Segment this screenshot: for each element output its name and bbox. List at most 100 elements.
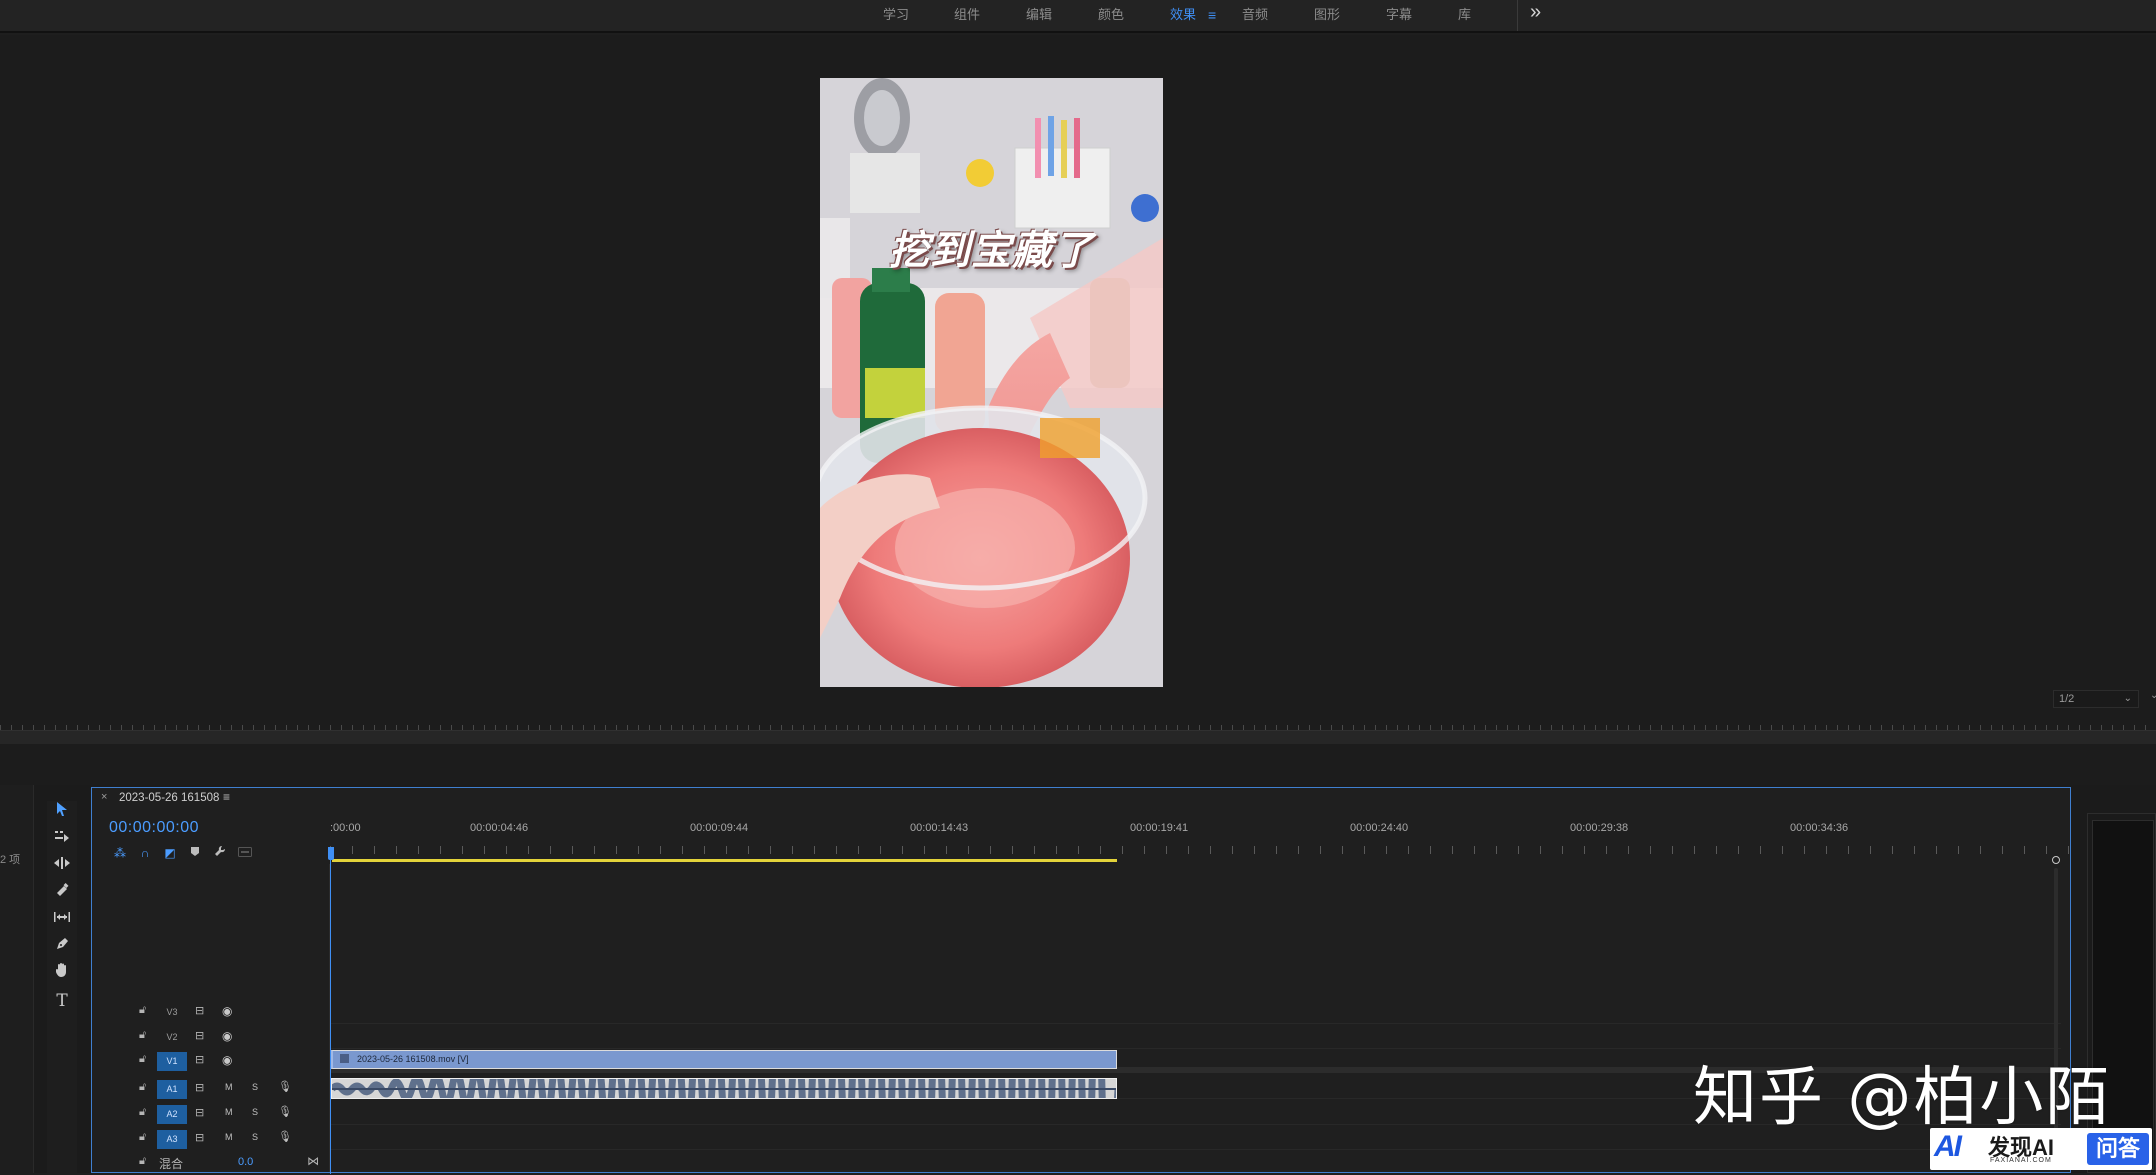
sync-lock-icon[interactable]: ⊟ (195, 1081, 204, 1094)
mute-button[interactable]: M (225, 1082, 233, 1092)
zoom-level-value: 1/2 (2059, 693, 2075, 705)
slip-tool-icon[interactable] (49, 908, 75, 932)
work-area-bar[interactable] (332, 859, 1117, 862)
sync-lock-icon[interactable]: ⊟ (195, 1106, 204, 1119)
sequence-name[interactable]: 2023-05-26 161508 (119, 792, 219, 804)
workspace-tab-assembly[interactable]: 组件 (954, 4, 980, 26)
workspace-tab-effects[interactable]: 效果 (1170, 4, 1196, 26)
track-header-a3: 🔓︎ A3 ⊟ M S 🎙︎ (92, 1127, 330, 1151)
video-caption-text: 挖到宝藏了 (889, 228, 1094, 274)
pen-tool-icon[interactable] (49, 935, 75, 959)
settings-wrench-icon[interactable] (210, 844, 230, 862)
audio-clip[interactable] (331, 1078, 1117, 1099)
track-name-v1[interactable]: V1 (157, 1052, 187, 1071)
ruler-label: :00:00 (330, 822, 361, 834)
type-tool-icon[interactable]: T (49, 989, 75, 1013)
linked-selection-icon[interactable]: ◩ (160, 844, 180, 862)
snap-magnet-icon[interactable]: ∩ (135, 844, 155, 862)
lane-v3[interactable] (331, 1000, 2061, 1024)
track-name-v2[interactable]: V2 (157, 1028, 187, 1047)
lock-icon[interactable]: 🔓︎ (139, 1004, 146, 1017)
lock-icon[interactable]: 🔓︎ (139, 1053, 146, 1066)
workspace-menu-icon[interactable]: ≡ (1208, 4, 1216, 26)
zoom-level-select[interactable]: 1/2 ⌄ (2053, 690, 2139, 708)
workspace-tab-editing[interactable]: 编辑 (1026, 4, 1052, 26)
lock-icon[interactable]: 🔓︎ (139, 1155, 146, 1168)
microphone-icon[interactable]: 🎙︎ (278, 1105, 292, 1118)
video-frame-image (820, 78, 1163, 687)
captions-icon[interactable] (235, 844, 255, 862)
sync-lock-icon[interactable]: ⊟ (195, 1004, 204, 1017)
lock-icon[interactable]: 🔓︎ (139, 1081, 146, 1094)
track-name-v3[interactable]: V3 (157, 1003, 187, 1022)
track-select-tool-icon[interactable] (49, 827, 75, 851)
track-header-v2: 🔓︎ V2 ⊟ ◉ (92, 1025, 330, 1049)
faxian-qa-label: 问答 (2087, 1133, 2149, 1165)
add-marker-icon[interactable] (185, 844, 205, 862)
sync-lock-icon[interactable]: ⊟ (195, 1131, 204, 1144)
playhead-handle[interactable] (328, 847, 334, 860)
track-name-a2[interactable]: A2 (157, 1105, 187, 1124)
lock-icon[interactable]: 🔓︎ (139, 1029, 146, 1042)
chevron-down-icon: ⌄ (2123, 693, 2132, 704)
workspace-bar: 学习 组件 编辑 颜色 效果 ≡ 音频 图形 字幕 库 » (0, 0, 2156, 33)
workspace-tab-libraries[interactable]: 库 (1458, 4, 1471, 26)
workspace-tab-learn[interactable]: 学习 (883, 4, 909, 26)
project-panel: 2 项 (0, 785, 34, 1173)
solo-button[interactable]: S (252, 1082, 258, 1092)
ruler-label: 00:00:04:46 (470, 822, 529, 834)
tools-panel: T (47, 801, 77, 1173)
selection-tool-icon[interactable] (49, 801, 75, 825)
panel-menu-icon[interactable]: ≡ (223, 790, 230, 804)
microphone-icon[interactable]: 🎙︎ (278, 1130, 292, 1143)
overflow-chevron-icon[interactable]: » (1530, 0, 1550, 26)
project-item-count: 2 项 (0, 854, 21, 866)
zhihu-watermark: 知乎 @柏小陌 (1693, 1061, 2112, 1135)
eye-icon[interactable]: ◉ (222, 1029, 232, 1043)
microphone-icon[interactable]: 🎙︎ (278, 1080, 292, 1093)
razor-tool-icon[interactable] (49, 881, 75, 905)
nest-sequence-icon[interactable]: ⁂ (110, 844, 130, 862)
timeline-timecode[interactable]: 00:00:00:00 (109, 819, 199, 837)
faxian-subtitle: FAXIANAI.COM (1990, 1157, 2052, 1164)
lane-mix[interactable] (331, 1150, 2061, 1174)
ruler-label: 00:00:14:43 (910, 822, 969, 834)
mute-button[interactable]: M (225, 1132, 233, 1142)
sync-lock-icon[interactable]: ⊟ (195, 1053, 204, 1066)
ruler-label: 00:00:19:41 (1130, 822, 1189, 834)
playhead-line[interactable] (330, 860, 331, 1174)
video-clip-name: 2023-05-26 161508.mov [V] (357, 1054, 469, 1064)
mix-volume-value[interactable]: 0.0 (238, 1156, 253, 1168)
audio-waveform (332, 1079, 1116, 1098)
track-header-a1: 🔓︎ A1 ⊟ M S 🎙︎ (92, 1077, 330, 1101)
timeline-ruler[interactable]: :00:00 00:00:04:46 00:00:09:44 00:00:14:… (330, 822, 2070, 854)
monitor-scrub-bar[interactable] (0, 730, 2156, 744)
track-name-a3[interactable]: A3 (157, 1130, 187, 1149)
go-to-end-icon[interactable]: ⋈ (307, 1154, 319, 1168)
solo-button[interactable]: S (252, 1107, 258, 1117)
workspace-tab-audio[interactable]: 音频 (1242, 4, 1268, 26)
workspace-tab-captions[interactable]: 字幕 (1386, 4, 1412, 26)
eye-icon[interactable]: ◉ (222, 1053, 232, 1067)
monitor-time-ruler[interactable] (0, 718, 2156, 730)
workspace-tab-graphics[interactable]: 图形 (1314, 4, 1340, 26)
lock-icon[interactable]: 🔓︎ (139, 1131, 146, 1144)
mute-button[interactable]: M (225, 1107, 233, 1117)
timeline-tab: × 2023-05-26 161508 ≡ (92, 788, 2070, 810)
settings-chevron-icon[interactable]: ⌄ (2150, 690, 2156, 701)
sync-lock-icon[interactable]: ⊟ (195, 1029, 204, 1042)
track-header-a2: 🔓︎ A2 ⊟ M S 🎙︎ (92, 1102, 330, 1126)
scroll-zoom-handle[interactable] (2052, 856, 2060, 864)
eye-icon[interactable]: ◉ (222, 1004, 232, 1018)
workspace-divider (1517, 0, 1518, 31)
track-name-a1[interactable]: A1 (157, 1080, 187, 1099)
workspace-tab-color[interactable]: 颜色 (1098, 4, 1124, 26)
faxian-ai-badge: AI 发现AI FAXIANAI.COM 问答 (1930, 1128, 2152, 1170)
close-icon[interactable]: × (101, 791, 107, 803)
ripple-edit-tool-icon[interactable] (49, 854, 75, 878)
lock-icon[interactable]: 🔓︎ (139, 1106, 146, 1119)
video-clip[interactable]: 2023-05-26 161508.mov [V] (331, 1050, 1117, 1069)
hand-tool-icon[interactable] (49, 962, 75, 986)
solo-button[interactable]: S (252, 1132, 258, 1142)
video-preview-frame[interactable]: 挖到宝藏了 (820, 78, 1163, 687)
